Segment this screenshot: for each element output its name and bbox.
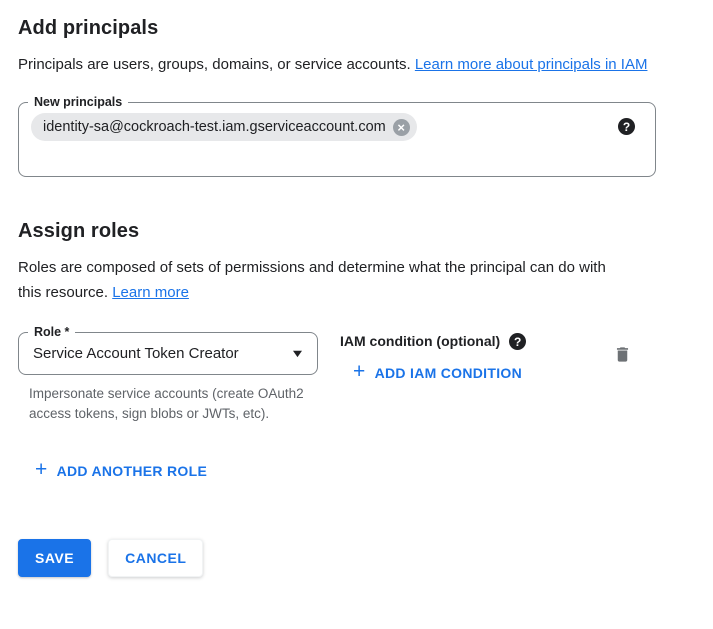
delete-role-button[interactable] bbox=[611, 343, 634, 367]
action-buttons: SAVE CANCEL bbox=[18, 539, 695, 577]
trash-icon bbox=[613, 352, 632, 367]
save-button[interactable]: SAVE bbox=[18, 539, 91, 577]
principal-chip[interactable]: identity-sa@cockroach-test.iam.gservicea… bbox=[31, 113, 417, 141]
roles-description-text: Roles are composed of sets of permission… bbox=[18, 259, 606, 301]
role-helper-text: Impersonate service accounts (create OAu… bbox=[18, 384, 308, 424]
iam-condition-label: IAM condition (optional) bbox=[340, 333, 500, 350]
iam-condition-column: IAM condition (optional) ? + ADD IAM CON… bbox=[340, 332, 526, 424]
plus-icon: + bbox=[353, 361, 366, 382]
cancel-button[interactable]: CANCEL bbox=[108, 539, 203, 577]
learn-more-roles-link[interactable]: Learn more bbox=[112, 284, 189, 301]
principals-description-text: Principals are users, groups, domains, o… bbox=[18, 56, 415, 73]
learn-more-principals-link[interactable]: Learn more about principals in IAM bbox=[415, 56, 648, 73]
add-principals-panel: Add principals Principals are users, gro… bbox=[0, 0, 713, 577]
add-another-role-label: ADD ANOTHER ROLE bbox=[57, 463, 208, 479]
roles-description: Roles are composed of sets of permission… bbox=[18, 255, 622, 305]
role-row: Role * Service Account Token Creator ▼ I… bbox=[18, 332, 695, 424]
iam-condition-label-row: IAM condition (optional) ? bbox=[340, 333, 526, 350]
new-principals-field[interactable]: New principals identity-sa@cockroach-tes… bbox=[18, 102, 656, 177]
role-label: Role * bbox=[28, 324, 75, 340]
plus-icon: + bbox=[35, 459, 48, 480]
add-iam-condition-button[interactable]: + ADD IAM CONDITION bbox=[353, 362, 522, 383]
new-principals-label: New principals bbox=[28, 94, 128, 110]
add-iam-condition-label: ADD IAM CONDITION bbox=[375, 365, 522, 381]
page-title: Add principals bbox=[18, 14, 695, 42]
principal-chip-value: identity-sa@cockroach-test.iam.gservicea… bbox=[43, 119, 386, 135]
assign-roles-title: Assign roles bbox=[18, 217, 695, 245]
role-column: Role * Service Account Token Creator ▼ I… bbox=[18, 332, 318, 424]
new-principals-help-icon[interactable]: ? bbox=[618, 118, 635, 135]
role-selected-value: Service Account Token Creator bbox=[33, 345, 239, 362]
iam-condition-help-icon[interactable]: ? bbox=[509, 333, 526, 350]
chip-remove-icon[interactable]: × bbox=[393, 119, 410, 136]
role-select[interactable]: Role * Service Account Token Creator ▼ bbox=[18, 332, 318, 375]
principals-description: Principals are users, groups, domains, o… bbox=[18, 52, 670, 77]
add-another-role-button[interactable]: + ADD ANOTHER ROLE bbox=[35, 460, 207, 481]
dropdown-arrow-icon: ▼ bbox=[290, 348, 305, 360]
